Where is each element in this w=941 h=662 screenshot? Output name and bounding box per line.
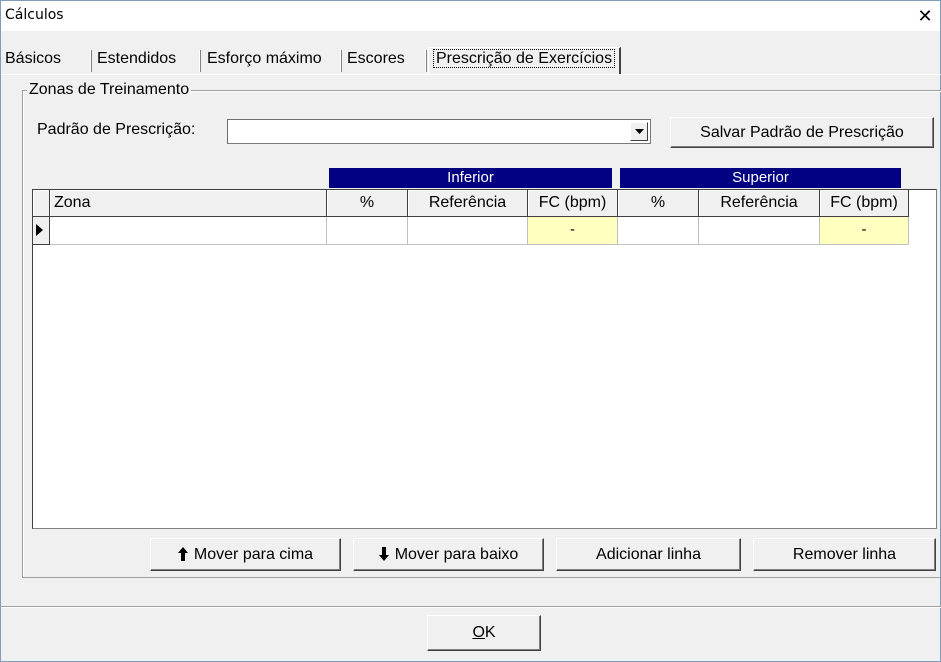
footer-separator <box>1 606 941 608</box>
col-inf-referencia[interactable]: Referência <box>408 190 528 217</box>
ok-button[interactable]: OK <box>427 615 541 651</box>
mover-para-cima-label: Mover para cima <box>193 546 314 563</box>
arrow-up-icon <box>177 547 188 561</box>
inferior-header-band: Inferior <box>329 168 612 188</box>
tab-underline <box>1 74 941 75</box>
cell-inf-referencia[interactable] <box>408 217 528 245</box>
col-sup-percent[interactable]: % <box>618 190 699 217</box>
chevron-down-icon <box>635 129 644 134</box>
tab-prescricao-exercicios[interactable]: Prescrição de Exercícios <box>428 47 622 74</box>
tab-esforco-maximo[interactable]: Esforço máximo <box>203 48 326 74</box>
tab-separator <box>90 50 92 72</box>
tab-basicos[interactable]: Básicos <box>1 48 65 74</box>
ok-label-rest: K <box>484 624 496 641</box>
superior-header-band: Superior <box>620 168 901 188</box>
adicionar-linha-button[interactable]: Adicionar linha <box>556 538 741 571</box>
mover-para-baixo-label: Mover para baixo <box>394 546 519 563</box>
cell-sup-percent[interactable] <box>618 217 699 245</box>
triangle-right-icon <box>36 224 43 236</box>
cell-zona[interactable] <box>50 217 327 245</box>
grid-header: Zona % Referência FC (bpm) % Referência … <box>33 190 909 217</box>
title-bar: Cálculos ✕ <box>1 1 940 31</box>
col-sup-referencia[interactable]: Referência <box>699 190 820 217</box>
tab-prescricao-label: Prescrição de Exercícios <box>433 49 616 68</box>
cell-inf-percent[interactable] <box>327 217 408 245</box>
groupbox-title: Zonas de Treinamento <box>27 81 192 99</box>
row-indicator-header <box>33 190 50 217</box>
tab-separator <box>199 50 201 72</box>
close-button[interactable]: ✕ <box>910 1 940 31</box>
col-inf-fc[interactable]: FC (bpm) <box>528 190 618 217</box>
col-inf-percent[interactable]: % <box>327 190 408 217</box>
col-zona[interactable]: Zona <box>50 190 327 217</box>
table-row[interactable]: - - <box>33 217 909 245</box>
window-title: Cálculos <box>5 7 64 23</box>
tab-estendidos[interactable]: Estendidos <box>93 48 180 74</box>
remover-linha-button[interactable]: Remover linha <box>753 538 936 571</box>
mover-para-cima-button[interactable]: Mover para cima <box>150 538 341 571</box>
tab-separator <box>425 50 427 72</box>
padrao-prescricao-label: Padrão de Prescrição: <box>37 121 196 138</box>
tab-escores[interactable]: Escores <box>343 48 409 74</box>
cell-inf-fc: - <box>528 217 618 245</box>
dropdown-button[interactable] <box>630 122 648 141</box>
mover-para-baixo-button[interactable]: Mover para baixo <box>353 538 544 571</box>
cell-sup-referencia[interactable] <box>699 217 820 245</box>
zones-grid[interactable]: Zona % Referência FC (bpm) % Referência … <box>32 189 937 529</box>
padrao-prescricao-select[interactable] <box>227 119 651 144</box>
current-row-indicator <box>33 217 50 245</box>
salvar-padrao-button[interactable]: Salvar Padrão de Prescrição <box>670 117 934 148</box>
calculos-dialog: Cálculos ✕ Básicos Estendidos Esforço má… <box>0 0 941 662</box>
arrow-down-icon <box>378 547 389 561</box>
tab-separator <box>340 50 342 72</box>
ok-accelerator: O <box>472 624 485 641</box>
col-sup-fc[interactable]: FC (bpm) <box>820 190 909 217</box>
cell-sup-fc: - <box>820 217 909 245</box>
